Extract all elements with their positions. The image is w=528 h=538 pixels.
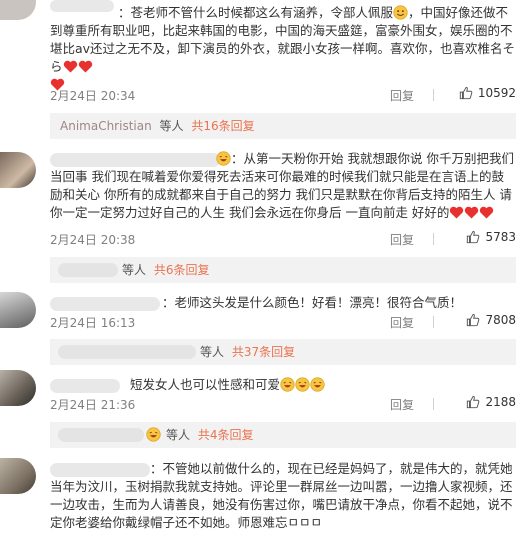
heart-emoji-icon (450, 206, 464, 219)
more-replies-link[interactable]: 共4条回复 (198, 428, 254, 442)
redacted-username (58, 345, 196, 359)
sub-replies-bar[interactable]: 等人 共6条回复 (50, 257, 516, 283)
reply-button[interactable]: 回复 (390, 396, 414, 413)
laughing-emoji-icon (295, 377, 310, 392)
divider (433, 89, 434, 101)
avatar[interactable] (0, 292, 36, 328)
comment-meta: 2月24日 20:38 回复 5783 (50, 230, 516, 248)
reply-user-name[interactable]: AnimaChristian (60, 119, 152, 133)
comment-date: 2月24日 21:36 (50, 398, 136, 412)
like-button[interactable]: 2188 (466, 395, 516, 409)
comment-text: ：不管她以前做什么的，现在已经是妈妈了，就是伟大的，就凭她当年为汶川，玉树捐款我… (50, 461, 513, 530)
like-button[interactable]: 5783 (466, 230, 516, 244)
reply-button[interactable]: 回复 (390, 87, 414, 104)
like-count: 2188 (485, 395, 516, 409)
like-count: 7808 (485, 313, 516, 327)
sub-replies-etc: 等人 (166, 428, 191, 442)
avatar[interactable] (0, 152, 36, 188)
avatar[interactable] (0, 458, 36, 494)
like-button[interactable]: 10592 (459, 86, 516, 100)
laughing-emoji-icon (310, 377, 325, 392)
reply-button[interactable]: 回复 (390, 231, 414, 248)
comment-meta: 2月24日 20:34 回复 10592 (50, 86, 516, 104)
divider (433, 316, 434, 328)
laughing-emoji-icon (216, 151, 231, 166)
divider (433, 233, 434, 245)
heart-emoji-icon (465, 206, 479, 219)
sub-replies-etc: 等人 (159, 119, 184, 133)
sub-replies-bar[interactable]: AnimaChristian 等人 共16条回复 (50, 113, 516, 139)
sub-replies-etc: 等人 (122, 263, 147, 277)
like-count: 5783 (485, 230, 516, 244)
reply-button[interactable]: 回复 (390, 314, 414, 331)
divider (433, 398, 434, 410)
thumbs-up-icon (467, 313, 480, 327)
comment-text: ：苍老师不管什么时候都这么有涵养，令部人佩服 ，中国好像还做不到尊重所有职业吧，比… (50, 4, 516, 94)
avatar[interactable] (0, 370, 36, 406)
redacted-username (58, 263, 118, 277)
thumbs-up-icon (467, 230, 480, 244)
thumbs-up-icon (459, 86, 473, 100)
laughing-emoji-icon (146, 427, 161, 442)
like-button[interactable]: 7808 (466, 313, 516, 327)
sub-replies-etc: 等人 (200, 345, 225, 359)
more-replies-link[interactable]: 共37条回复 (232, 345, 295, 359)
avatar[interactable] (0, 0, 36, 20)
sub-replies-bar[interactable]: 等人 共4条回复 (50, 422, 516, 448)
heart-emoji-icon (63, 60, 77, 73)
comment-text: ：从第一天粉你开始 我就想跟你说 你千万别把我们当回事 我们现在喊着爱你爱得死去… (50, 151, 514, 220)
heart-emoji-icon (78, 60, 92, 73)
smile-emoji-icon (393, 5, 408, 20)
comment-date: 2月24日 20:34 (50, 89, 136, 103)
comment-text: ：老师这头发是什么颜色！好看！漂亮！很符合气质！ (162, 295, 463, 310)
laughing-emoji-icon (280, 377, 295, 392)
more-replies-link[interactable]: 共6条回复 (154, 263, 210, 277)
heart-emoji-icon (480, 206, 494, 219)
thumbs-up-icon (467, 395, 480, 409)
comment-meta: 2月24日 16:13 回复 7808 (50, 313, 516, 331)
sub-replies-bar[interactable]: 等人 共37条回复 (50, 339, 516, 365)
redacted-username (58, 428, 144, 442)
comment-text: 短发女人也可以性感和可爱 (50, 376, 516, 394)
comment-date: 2月24日 16:13 (50, 316, 136, 330)
comment-meta: 2月24日 21:36 回复 2188 (50, 395, 516, 413)
comment-date: 2月24日 20:38 (50, 233, 136, 247)
more-replies-link[interactable]: 共16条回复 (191, 119, 254, 133)
like-count: 10592 (477, 86, 516, 100)
